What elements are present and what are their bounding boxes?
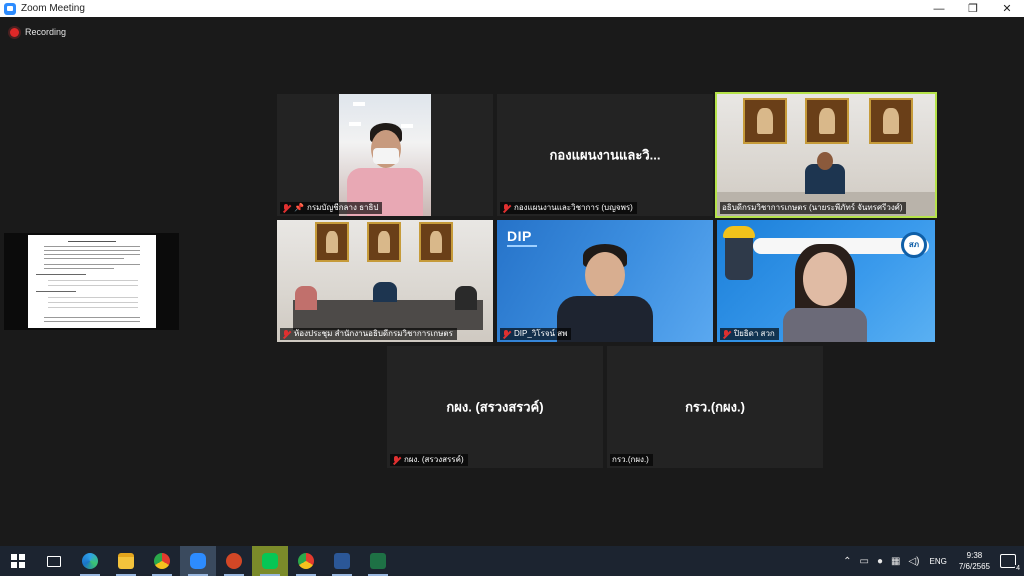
edge-icon (82, 553, 98, 569)
organization-logo-text: สภ (908, 240, 920, 249)
chrome-profile-icon (298, 553, 314, 569)
zoom-app-icon (4, 2, 16, 15)
participant-tile-3-active-speaker[interactable]: อธิบดีกรมวิชาการเกษตร (นายระพีภัทร์ จันท… (715, 92, 937, 218)
shared-document-thumbnail[interactable] (4, 233, 179, 330)
participant-name-tag: ปิยธิดา สวก (720, 328, 779, 340)
taskbar-word[interactable] (324, 546, 360, 576)
excel-icon (370, 553, 386, 569)
start-button[interactable] (0, 546, 36, 576)
mic-muted-icon (392, 455, 400, 465)
participant-name: กรมบัญชีกลาง ธาธิป (306, 203, 379, 212)
restore-button[interactable]: ❐ (956, 0, 990, 17)
participant-tile-1[interactable]: 📌 กรมบัญชีกลาง ธาธิป (277, 94, 493, 216)
recording-indicator[interactable]: Recording (10, 27, 66, 37)
window-title: Zoom Meeting (21, 3, 85, 14)
clock-time: 9:38 (966, 551, 983, 560)
notification-center-icon[interactable]: 4 (1000, 554, 1021, 572)
participant-name: DIP_วิโรจน์ สพ (514, 329, 568, 338)
participant-name-tag: ห้องประชุม สำนักงานอธิบดีกรมวิชาการเกษตร (280, 328, 457, 340)
participant-tile-7[interactable]: กผง. (สรวงสรวค์) กผง. (สรวงสรรค์) (387, 346, 603, 468)
participant-display-name: กผง. (สรวงสรวค์) (446, 399, 544, 415)
taskbar-chrome-profile[interactable] (288, 546, 324, 576)
participant-tile-4[interactable]: ห้องประชุม สำนักงานอธิบดีกรมวิชาการเกษตร (277, 220, 493, 342)
participant-name-tag: อธิบดีกรมวิชาการเกษตร (นายระพีภัทร์ จันท… (720, 202, 907, 214)
document-page (28, 235, 156, 328)
volume-icon[interactable]: ◁) (908, 556, 919, 567)
task-view-button[interactable] (36, 546, 72, 576)
recording-label: Recording (25, 27, 67, 37)
participant-name-tag: DIP_วิโรจน์ สพ (500, 328, 572, 340)
zoom-icon (190, 553, 206, 569)
mic-muted-icon (722, 329, 730, 339)
organization-logo-icon: สภ (901, 232, 927, 258)
input-language[interactable]: ENG (930, 557, 947, 566)
folder-icon (118, 553, 134, 569)
dip-logo: DIP (507, 228, 532, 244)
taskbar-powerpoint[interactable] (216, 546, 252, 576)
taskbar-zoom[interactable] (180, 546, 216, 576)
meeting-stage: Recording 📌 กรมบัญชีกลาง ธาธิป กองแผนงาน… (0, 17, 1024, 546)
clock-date: 7/6/2565 (958, 562, 990, 571)
participant-name-tag: กองแผนงานและวิชาการ (บญจพร) (500, 202, 637, 214)
window-titlebar: Zoom Meeting — ❐ ✕ (0, 0, 1024, 17)
taskbar-file-explorer[interactable] (108, 546, 144, 576)
windows-taskbar: ⌃ ▭ ● ▦ ◁) ENG 9:38 7/6/2565 4 (0, 546, 1024, 576)
clock[interactable]: 9:38 7/6/2565 (959, 550, 990, 572)
chevron-up-icon[interactable]: ⌃ (843, 556, 851, 567)
participant-video: สภ (717, 220, 935, 342)
recording-dot-icon (10, 27, 19, 37)
participant-display-name: กรว.(กผง.) (685, 399, 745, 415)
system-tray: ⌃ ▭ ● ▦ ◁) ENG 9:38 7/6/2565 4 (839, 546, 1024, 576)
participant-name: กผง. (สรวงสรรค์) (404, 455, 464, 464)
meet-now-icon[interactable]: ▭ (860, 556, 869, 567)
taskbar-line[interactable] (252, 546, 288, 576)
participant-video: DIP (497, 220, 713, 342)
mic-muted-icon (282, 329, 290, 339)
participant-video (339, 94, 431, 216)
participant-tile-8[interactable]: กรว.(กผง.) กรว.(กผง.) (607, 346, 823, 468)
participant-name: กองแผนงานและวิชาการ (บญจพร) (514, 203, 633, 212)
participant-name: ปิยธิดา สวก (734, 329, 775, 338)
participant-name: ห้องประชุม สำนักงานอธิบดีกรมวิชาการเกษตร (294, 329, 453, 338)
participant-tile-2[interactable]: กองแผนงานและวิ... กองแผนงานและวิชาการ (บ… (497, 94, 713, 216)
microphone-icon[interactable]: ● (877, 556, 883, 567)
windows-logo-icon (11, 554, 25, 568)
participant-name-tag: 📌 กรมบัญชีกลาง ธาธิป (280, 202, 383, 214)
participant-tile-5[interactable]: DIP DIP_วิโรจน์ สพ (497, 220, 713, 342)
network-icon[interactable]: ▦ (891, 556, 900, 567)
mic-muted-icon (502, 203, 510, 213)
chrome-icon (154, 553, 170, 569)
minimize-button[interactable]: — (922, 0, 956, 17)
taskbar-excel[interactable] (360, 546, 396, 576)
pin-icon: 📌 (294, 203, 304, 212)
participant-video (277, 220, 493, 342)
word-icon (334, 553, 350, 569)
powerpoint-icon (226, 553, 242, 569)
mic-muted-icon (502, 329, 510, 339)
task-view-icon (47, 555, 61, 567)
line-icon (262, 553, 278, 569)
close-button[interactable]: ✕ (990, 0, 1024, 17)
participant-name-tag: กผง. (สรวงสรรค์) (390, 454, 468, 466)
window-controls: — ❐ ✕ (922, 0, 1024, 17)
mascot-icon (723, 226, 755, 280)
mic-muted-icon (282, 203, 290, 213)
participant-name: กรว.(กผง.) (612, 455, 649, 464)
taskbar-edge[interactable] (72, 546, 108, 576)
taskbar-chrome[interactable] (144, 546, 180, 576)
participant-name: อธิบดีกรมวิชาการเกษตร (นายระพีภัทร์ จันท… (722, 203, 903, 212)
participant-video (717, 94, 935, 216)
participant-tile-6[interactable]: สภ ปิยธิดา สวก (717, 220, 935, 342)
notification-count: 4 (1015, 565, 1021, 572)
participant-name-tag: กรว.(กผง.) (610, 454, 653, 466)
participant-display-name: กองแผนงานและวิ... (549, 147, 661, 163)
